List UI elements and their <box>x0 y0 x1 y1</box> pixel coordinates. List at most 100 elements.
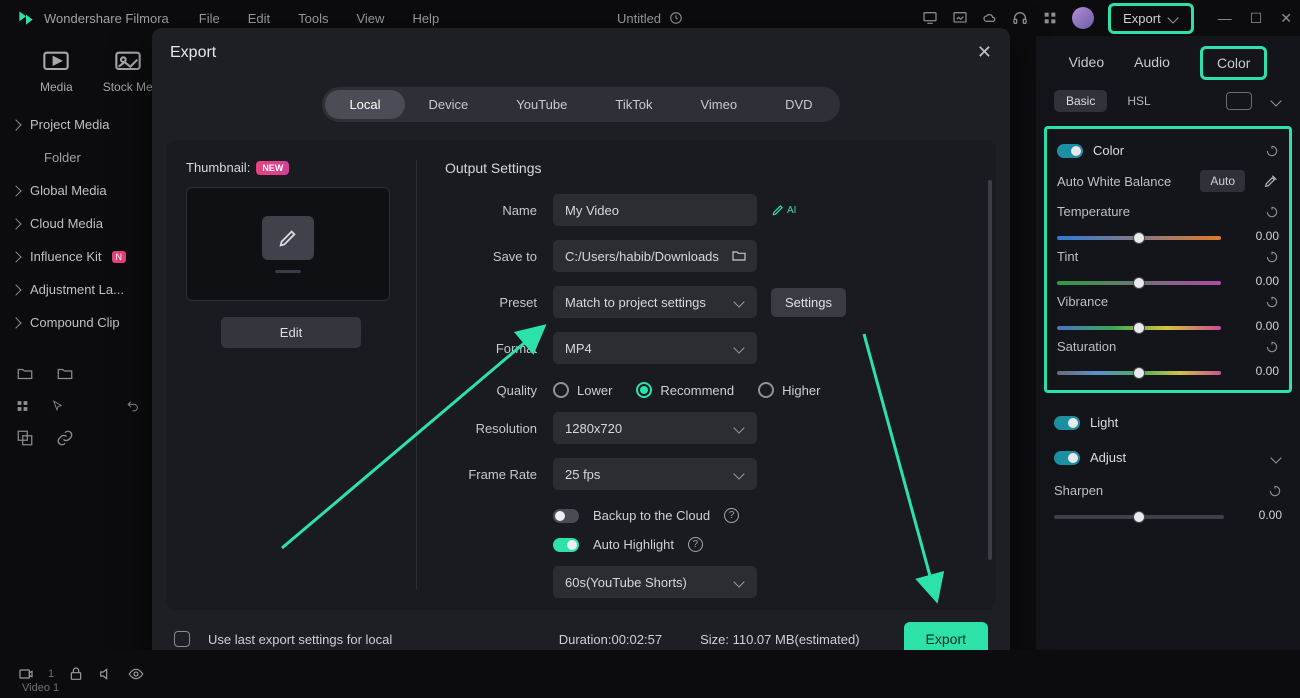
menu-tools[interactable]: Tools <box>298 11 328 26</box>
camera-icon[interactable] <box>18 666 34 682</box>
sidebar-item-cloud-media[interactable]: Cloud Media <box>0 207 155 240</box>
chevron-icon[interactable] <box>1270 452 1281 463</box>
folder-icon[interactable] <box>56 365 74 383</box>
vibrance-slider[interactable] <box>1057 326 1221 330</box>
cursor-icon[interactable] <box>51 397 64 415</box>
auto-highlight-toggle[interactable] <box>553 538 579 552</box>
quality-higher-label: Higher <box>782 383 820 398</box>
info-icon[interactable]: ? <box>688 537 703 552</box>
eye-icon[interactable] <box>128 666 144 682</box>
ai-name-button[interactable]: AI <box>771 203 796 217</box>
reset-icon[interactable] <box>1265 205 1279 219</box>
menu-file[interactable]: File <box>199 11 220 26</box>
saturation-slider[interactable] <box>1057 371 1221 375</box>
eyedropper-icon[interactable] <box>1263 173 1279 189</box>
chevron-down-icon[interactable] <box>1270 95 1281 106</box>
reset-icon[interactable] <box>1265 340 1279 354</box>
apps-icon[interactable] <box>1042 10 1058 26</box>
undo-icon[interactable] <box>126 397 139 415</box>
grid-icon[interactable] <box>16 397 29 415</box>
scrollbar-thumb[interactable] <box>988 180 992 560</box>
monitor-icon[interactable] <box>922 10 938 26</box>
window-minimize-button[interactable]: ― <box>1218 10 1232 27</box>
color-section-title: Color <box>1093 143 1124 158</box>
save-to-input[interactable]: C:/Users/habib/Downloads <box>553 240 757 272</box>
temperature-slider[interactable] <box>1057 236 1221 240</box>
export-tab-device[interactable]: Device <box>405 90 493 119</box>
inspector-tab-audio[interactable]: Audio <box>1134 54 1170 80</box>
sidebar-label: Cloud Media <box>30 216 103 231</box>
format-select[interactable]: MP4 <box>553 332 757 364</box>
menu-help[interactable]: Help <box>412 11 439 26</box>
thumbnail-preview[interactable] <box>186 187 390 301</box>
preset-value: Match to project settings <box>565 295 706 310</box>
track-label: Video 1 <box>22 682 59 694</box>
header-export-button[interactable]: Export <box>1108 3 1194 34</box>
sidebar-item-project-media[interactable]: Project Media <box>0 108 155 141</box>
window-maximize-button[interactable]: ☐ <box>1250 10 1263 27</box>
caret-icon <box>10 119 21 130</box>
preset-select[interactable]: Match to project settings <box>553 286 757 318</box>
backup-cloud-toggle[interactable] <box>553 509 579 523</box>
export-tab-local[interactable]: Local <box>325 90 404 119</box>
folder-icon[interactable] <box>731 249 747 263</box>
layers-icon[interactable] <box>16 429 34 447</box>
tint-slider[interactable] <box>1057 281 1221 285</box>
resolution-select[interactable]: 1280x720 <box>553 412 757 444</box>
sidebar-item-folder[interactable]: Folder <box>0 141 155 174</box>
tab-stock-media[interactable]: Stock Me <box>103 50 153 94</box>
export-tab-youtube[interactable]: YouTube <box>492 90 591 119</box>
quality-recommend-radio[interactable]: Recommend <box>636 382 734 398</box>
link-icon[interactable] <box>56 429 74 447</box>
sharpen-slider[interactable] <box>1054 515 1224 519</box>
reset-icon[interactable] <box>1265 250 1279 264</box>
mute-icon[interactable] <box>98 666 114 682</box>
export-tab-tiktok[interactable]: TikTok <box>591 90 676 119</box>
light-toggle[interactable] <box>1054 416 1080 430</box>
history-icon[interactable] <box>669 11 683 25</box>
info-icon[interactable]: ? <box>724 508 739 523</box>
sidebar-item-adjustment-layer[interactable]: Adjustment La... <box>0 273 155 306</box>
framerate-select[interactable]: 25 fps <box>553 458 757 490</box>
adjust-toggle[interactable] <box>1054 451 1080 465</box>
chevron-down-icon <box>733 422 744 433</box>
sidebar-label: Folder <box>44 150 81 165</box>
cloud-icon[interactable] <box>982 10 998 26</box>
quality-higher-radio[interactable]: Higher <box>758 382 820 398</box>
menu-edit[interactable]: Edit <box>248 11 270 26</box>
headphones-icon[interactable] <box>1012 10 1028 26</box>
folder-add-icon[interactable] <box>16 365 34 383</box>
quality-lower-radio[interactable]: Lower <box>553 382 612 398</box>
reset-icon[interactable] <box>1265 295 1279 309</box>
temperature-label: Temperature <box>1057 204 1130 219</box>
lock-icon[interactable] <box>68 666 84 682</box>
inspector-tab-color[interactable]: Color <box>1200 46 1267 80</box>
subtab-basic[interactable]: Basic <box>1054 90 1107 112</box>
close-button[interactable]: ✕ <box>977 42 992 63</box>
color-toggle[interactable] <box>1057 144 1083 158</box>
image-icon[interactable] <box>952 10 968 26</box>
edit-thumbnail-button[interactable]: Edit <box>221 317 361 348</box>
tab-media[interactable]: Media <box>40 50 73 94</box>
preset-settings-button[interactable]: Settings <box>771 288 846 317</box>
name-input[interactable]: My Video <box>553 194 757 226</box>
reset-icon[interactable] <box>1265 144 1279 158</box>
window-close-button[interactable]: ✕ <box>1280 10 1292 27</box>
menu-view[interactable]: View <box>356 11 384 26</box>
thumbnail-shadow <box>275 270 301 273</box>
inspector-tab-video[interactable]: Video <box>1069 54 1105 80</box>
export-tab-vimeo[interactable]: Vimeo <box>676 90 761 119</box>
compare-view-button[interactable] <box>1226 92 1252 110</box>
reset-icon[interactable] <box>1268 484 1282 498</box>
highlight-preset-select[interactable]: 60s(YouTube Shorts) <box>553 566 757 598</box>
export-tab-dvd[interactable]: DVD <box>761 90 836 119</box>
subtab-hsl[interactable]: HSL <box>1127 94 1150 108</box>
use-last-settings-label: Use last export settings for local <box>208 632 392 647</box>
sidebar-item-influence-kit[interactable]: Influence KitN <box>0 240 155 273</box>
use-last-settings-checkbox[interactable] <box>174 631 190 647</box>
sidebar-item-global-media[interactable]: Global Media <box>0 174 155 207</box>
sidebar-item-compound-clip[interactable]: Compound Clip <box>0 306 155 339</box>
user-avatar[interactable] <box>1072 7 1094 29</box>
auto-button[interactable]: Auto <box>1200 170 1245 192</box>
quality-label: Quality <box>445 383 553 398</box>
